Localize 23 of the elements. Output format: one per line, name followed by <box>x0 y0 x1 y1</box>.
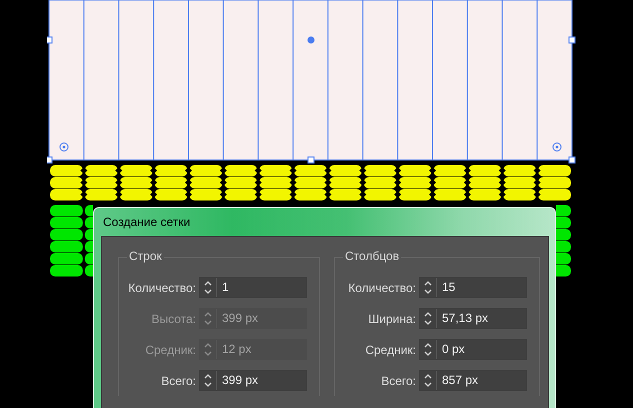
group-title: Столбцов <box>343 249 402 263</box>
spinner-icon[interactable] <box>203 373 213 388</box>
number-field[interactable]: 15 <box>419 277 527 298</box>
number-field[interactable]: 399 px <box>199 370 307 391</box>
field-label: Всего: <box>161 374 196 388</box>
field-label: Средник: <box>365 342 416 356</box>
group-title: Строк <box>127 249 164 263</box>
field-label: Ширина: <box>368 312 416 326</box>
field-label: Количество: <box>128 280 196 294</box>
field-label: Средник: <box>145 342 196 356</box>
spinner-icon[interactable] <box>423 311 433 326</box>
field-label: Высота: <box>151 312 196 326</box>
spinner-icon[interactable] <box>423 342 433 357</box>
field-label: Всего: <box>381 374 416 388</box>
field-label: Количество: <box>348 280 416 294</box>
number-field[interactable]: 0 px <box>419 339 527 360</box>
number-field[interactable]: 857 px <box>419 370 527 391</box>
number-field[interactable]: 1 <box>199 277 307 298</box>
spinner-icon[interactable] <box>423 373 433 388</box>
spinner-icon[interactable] <box>203 280 213 295</box>
dialog-title: Создание сетки <box>102 214 192 231</box>
spinner-icon[interactable] <box>423 280 433 295</box>
number-field[interactable]: 57,13 px <box>419 308 527 329</box>
